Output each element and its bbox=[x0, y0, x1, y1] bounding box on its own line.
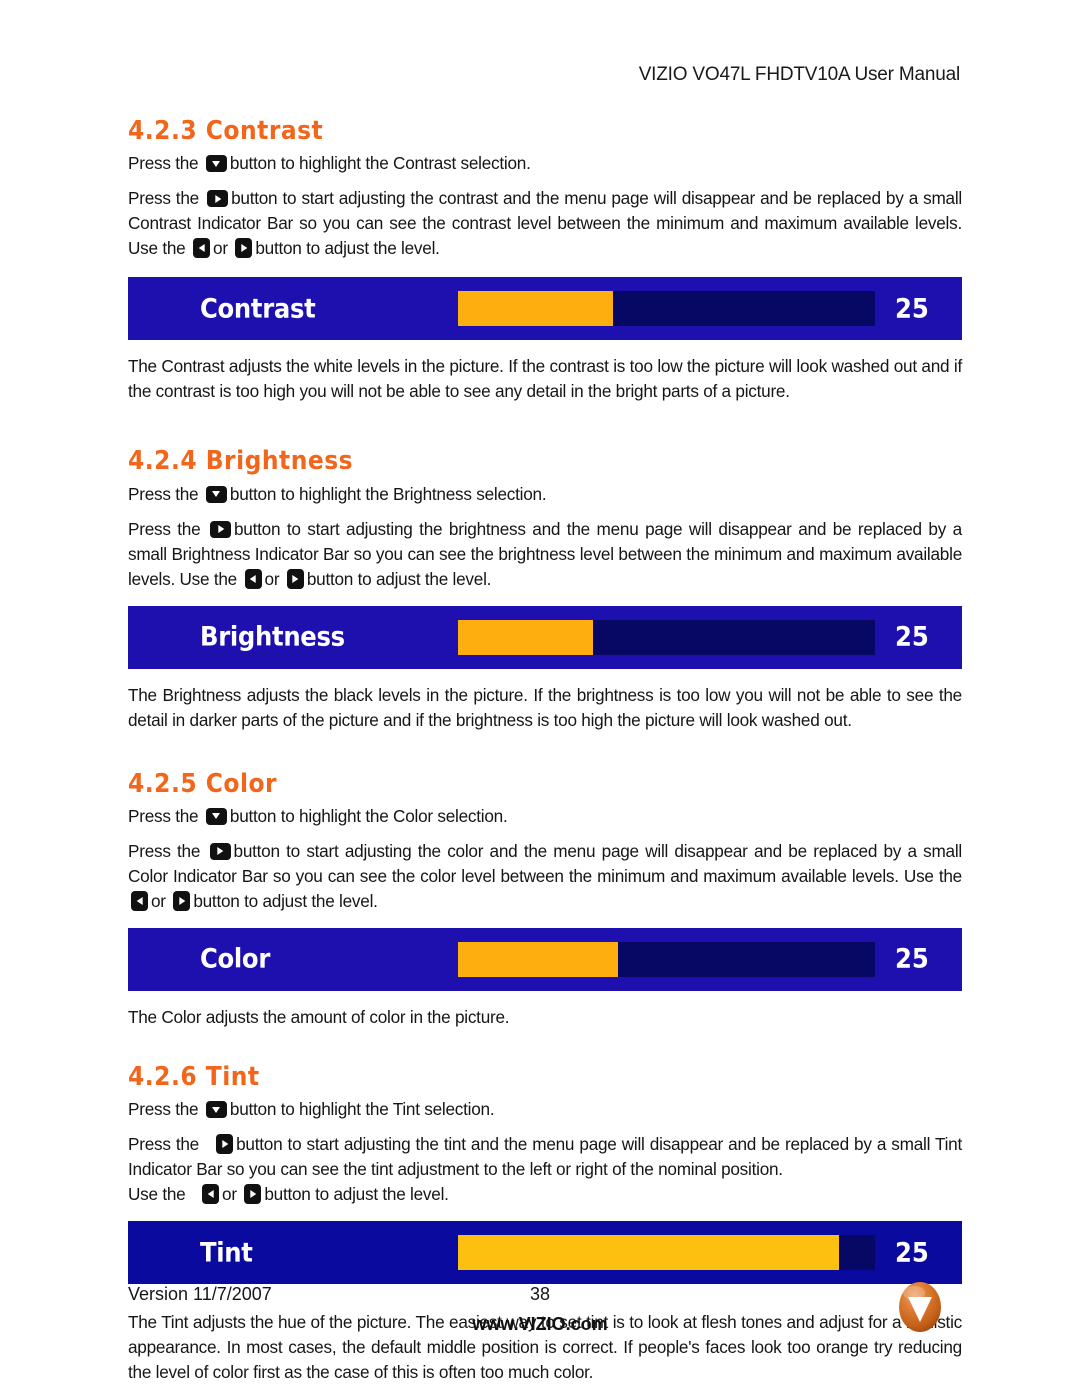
page-content: 4.2.3 Contrast Press the button to highl… bbox=[128, 116, 962, 1385]
tint-p1-prefix: Press the bbox=[128, 1099, 203, 1120]
contrast-p1-prefix: Press the bbox=[128, 153, 203, 174]
brightness-osd-value: 25 bbox=[895, 621, 929, 653]
tint-indicator-bar: Tint 25 bbox=[128, 1221, 962, 1285]
section-heading-contrast: 4.2.3 Contrast bbox=[128, 116, 962, 146]
brightness-description: The Brightness adjusts the black levels … bbox=[128, 684, 962, 730]
right-arrow-key-icon bbox=[244, 1184, 262, 1205]
color-p1-text: button to highlight the Color selection. bbox=[229, 805, 508, 826]
down-arrow-key-icon bbox=[205, 155, 227, 173]
tint-p3-or: or bbox=[222, 1184, 242, 1205]
tint-osd-label: Tint bbox=[200, 1237, 253, 1269]
contrast-indicator-bar: Contrast 25 bbox=[128, 277, 962, 341]
contrast-p2-prefix: Press the bbox=[128, 188, 205, 209]
color-description: The Color adjusts the amount of color in… bbox=[128, 1006, 510, 1027]
right-arrow-key-icon bbox=[210, 520, 231, 538]
section-heading-brightness: 4.2.4 Brightness bbox=[128, 448, 962, 475]
contrast-paragraph-1: Press the button to highlight the Contra… bbox=[128, 151, 962, 176]
color-paragraph-1: Press the button to highlight the Color … bbox=[128, 804, 962, 829]
contrast-paragraph-2: Press the button to start adjusting the … bbox=[128, 186, 962, 261]
section-number-color: 4.2.5 Color bbox=[128, 768, 278, 799]
color-p2-text-b: button to adjust the level. bbox=[193, 890, 378, 911]
tint-paragraph-2: Press the button to start adjusting the … bbox=[128, 1132, 962, 1182]
contrast-p2-text-b: button to adjust the level. bbox=[255, 238, 440, 259]
left-arrow-key-icon bbox=[131, 890, 148, 911]
color-p2-text-a: button to start adjusting the color and … bbox=[128, 840, 962, 886]
brightness-osd-fill bbox=[458, 619, 593, 655]
manual-page: VIZIO VO47L FHDTV10A User Manual 4.2.3 C… bbox=[0, 0, 1080, 1397]
color-osd-track[interactable] bbox=[458, 941, 875, 977]
page-footer: Version 11/7/2007 38 www.VIZIO.com bbox=[0, 1278, 1080, 1388]
brightness-p1-prefix: Press the bbox=[128, 483, 203, 504]
brightness-paragraph-2: Press the button to start adjusting the … bbox=[128, 517, 962, 592]
left-arrow-key-icon bbox=[244, 568, 262, 589]
tint-p3-text-b: button to adjust the level. bbox=[264, 1184, 449, 1205]
tint-paragraph-3: Use the or button to adjust the level. bbox=[128, 1182, 962, 1207]
down-arrow-key-icon bbox=[205, 485, 227, 503]
right-arrow-key-icon bbox=[286, 568, 304, 589]
vizio-logo-icon bbox=[895, 1278, 945, 1336]
right-arrow-key-icon bbox=[207, 190, 229, 208]
color-osd-value: 25 bbox=[895, 943, 929, 975]
tint-paragraph-1: Press the button to highlight the Tint s… bbox=[128, 1097, 962, 1122]
color-p1-prefix: Press the bbox=[128, 805, 203, 826]
brightness-osd-label: Brightness bbox=[200, 621, 345, 653]
tint-p2-prefix: Press the bbox=[128, 1134, 205, 1155]
color-p2-prefix: Press the bbox=[128, 840, 207, 861]
down-arrow-key-icon bbox=[205, 1101, 227, 1119]
contrast-osd-fill bbox=[458, 291, 613, 327]
tint-p3-prefix: Use the bbox=[128, 1184, 191, 1205]
left-arrow-key-icon bbox=[193, 238, 211, 259]
color-p2-or: or bbox=[151, 890, 171, 911]
right-arrow-key-icon bbox=[209, 842, 231, 860]
brightness-indicator-bar: Brightness 25 bbox=[128, 605, 962, 669]
tint-p1-text: button to highlight the Tint selection. bbox=[229, 1099, 495, 1120]
contrast-osd-track[interactable] bbox=[458, 291, 875, 327]
color-osd-fill bbox=[458, 941, 618, 977]
brightness-p2-or: or bbox=[264, 568, 284, 589]
brightness-paragraph-1: Press the button to highlight the Bright… bbox=[128, 482, 962, 507]
section-heading-tint: 4.2.6 Tint bbox=[128, 1061, 962, 1092]
brightness-osd-track[interactable] bbox=[458, 619, 875, 655]
brightness-p2-text-b: button to adjust the level. bbox=[306, 568, 492, 589]
section-number-tint: 4.2.6 Tint bbox=[128, 1061, 260, 1092]
contrast-p2-text-a: button to start adjusting the contrast a… bbox=[128, 188, 962, 259]
contrast-osd-value: 25 bbox=[895, 293, 929, 325]
brightness-p2-prefix: Press the bbox=[128, 518, 207, 539]
right-arrow-key-icon bbox=[173, 890, 191, 911]
contrast-p1-text: button to highlight the Contrast selecti… bbox=[229, 153, 531, 174]
brightness-p1-text: button to highlight the Brightness selec… bbox=[229, 483, 547, 504]
contrast-description: The Contrast adjusts the white levels in… bbox=[128, 356, 962, 402]
down-arrow-key-icon bbox=[205, 807, 227, 825]
tint-osd-fill bbox=[458, 1235, 839, 1271]
tint-p2-text-a: button to start adjusting the tint and t… bbox=[128, 1134, 962, 1180]
right-arrow-key-icon bbox=[216, 1134, 234, 1155]
color-indicator-bar: Color 25 bbox=[128, 927, 962, 991]
tint-osd-track[interactable] bbox=[458, 1235, 875, 1271]
contrast-osd-label: Contrast bbox=[200, 293, 316, 325]
contrast-p2-or: or bbox=[213, 238, 233, 259]
page-header: VIZIO VO47L FHDTV10A User Manual bbox=[128, 64, 960, 86]
section-number-brightness: 4.2.4 Brightness bbox=[128, 446, 354, 477]
color-paragraph-2: Press the button to start adjusting the … bbox=[128, 839, 962, 914]
header-title: VIZIO VO47L FHDTV10A User Manual bbox=[638, 64, 960, 85]
section-number-contrast: 4.2.3 Contrast bbox=[128, 116, 324, 146]
right-arrow-key-icon bbox=[235, 238, 253, 259]
tint-osd-value: 25 bbox=[895, 1237, 929, 1269]
left-arrow-key-icon bbox=[202, 1184, 220, 1205]
section-heading-color: 4.2.5 Color bbox=[128, 768, 962, 799]
color-osd-label: Color bbox=[200, 943, 271, 975]
